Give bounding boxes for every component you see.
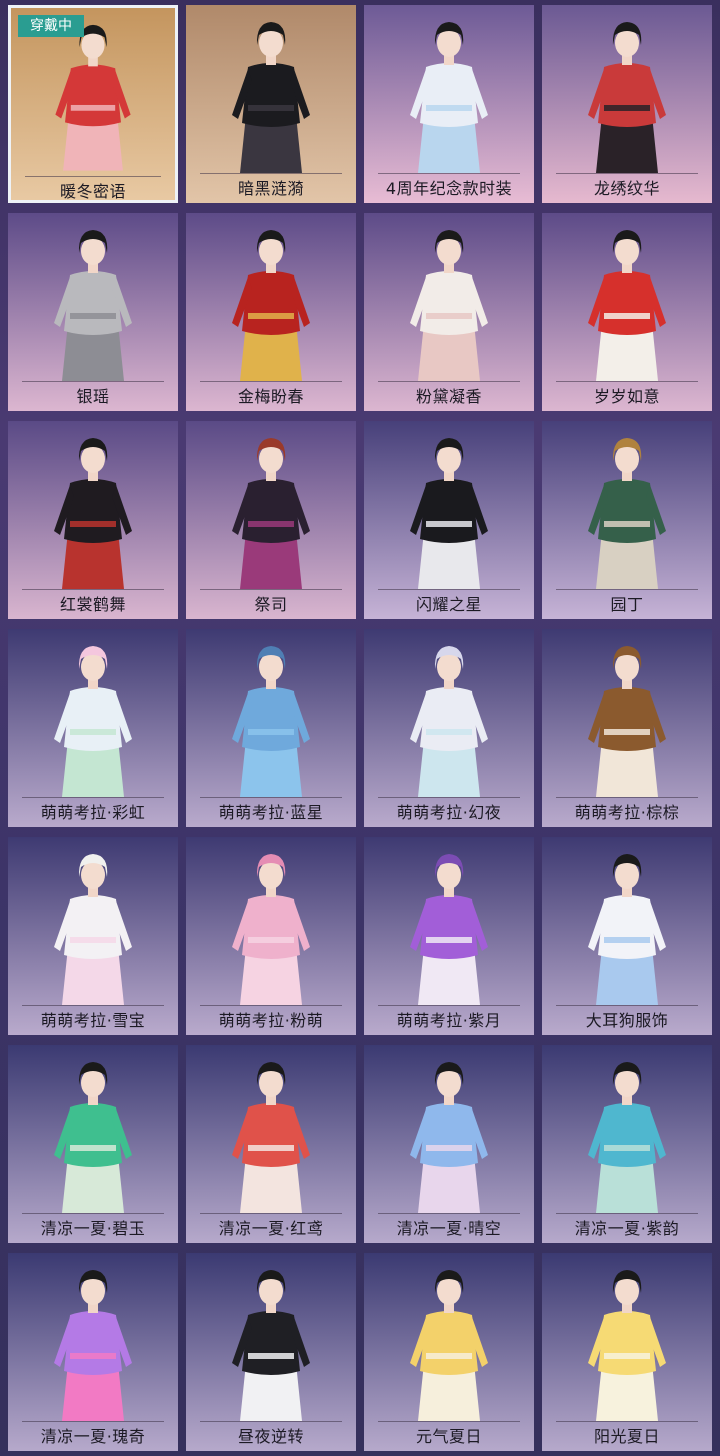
name-divider: [22, 381, 164, 382]
name-divider: [25, 176, 161, 177]
outfit-name: 金梅盼春: [237, 387, 304, 406]
name-divider: [556, 1421, 698, 1422]
outfit-card[interactable]: 清凉一夏·碧玉: [8, 1045, 178, 1243]
outfit-name: 粉黛凝香: [415, 387, 482, 406]
outfit-name: 清凉一夏·瑰奇: [40, 1427, 146, 1446]
outfit-card[interactable]: 暖冬密语 穿戴中: [8, 5, 178, 203]
name-divider: [556, 1213, 698, 1214]
outfit-card[interactable]: 萌萌考拉·幻夜: [364, 629, 534, 827]
outfit-name: 阳光夏日: [593, 1427, 660, 1446]
name-divider: [200, 589, 342, 590]
outfit-name: 昼夜逆转: [237, 1427, 304, 1446]
outfit-name: 园丁: [610, 595, 644, 614]
outfit-card[interactable]: 龙绣纹华: [542, 5, 712, 203]
outfit-name: 银瑶: [76, 387, 110, 406]
name-divider: [22, 1421, 164, 1422]
name-divider: [378, 797, 520, 798]
outfit-card[interactable]: 祭司: [186, 421, 356, 619]
name-divider: [378, 173, 520, 174]
name-divider: [200, 1213, 342, 1214]
outfit-card[interactable]: 清凉一夏·瑰奇: [8, 1253, 178, 1451]
outfit-card[interactable]: 清凉一夏·晴空: [364, 1045, 534, 1243]
outfit-card[interactable]: 园丁: [542, 421, 712, 619]
outfit-name: 清凉一夏·紫韵: [574, 1219, 680, 1238]
outfit-card[interactable]: 萌萌考拉·粉萌: [186, 837, 356, 1035]
name-divider: [200, 173, 342, 174]
outfit-grid: 暖冬密语 穿戴中暗黑涟漪 4周年纪念款时装 龙绣纹华银瑶 金梅盼春 粉黛凝香 岁岁如意红裳鹤…: [0, 0, 720, 1456]
name-divider: [378, 1421, 520, 1422]
name-divider: [200, 381, 342, 382]
outfit-card[interactable]: 岁岁如意: [542, 213, 712, 411]
name-divider: [378, 589, 520, 590]
outfit-card[interactable]: 清凉一夏·红鸢: [186, 1045, 356, 1243]
outfit-name: 萌萌考拉·彩虹: [40, 803, 146, 822]
name-divider: [200, 797, 342, 798]
outfit-card[interactable]: 萌萌考拉·紫月: [364, 837, 534, 1035]
outfit-name: 4周年纪念款时装: [385, 179, 513, 198]
outfit-name: 暖冬密语: [59, 182, 126, 201]
outfit-name: 龙绣纹华: [593, 179, 660, 198]
outfit-name: 萌萌考拉·蓝星: [218, 803, 324, 822]
outfit-card[interactable]: 银瑶: [8, 213, 178, 411]
name-divider: [378, 1005, 520, 1006]
name-divider: [200, 1005, 342, 1006]
outfit-name: 萌萌考拉·粉萌: [218, 1011, 324, 1030]
outfit-card[interactable]: 大耳狗服饰: [542, 837, 712, 1035]
outfit-name: 清凉一夏·晴空: [396, 1219, 502, 1238]
outfit-name: 萌萌考拉·紫月: [396, 1011, 502, 1030]
outfit-card[interactable]: 粉黛凝香: [364, 213, 534, 411]
name-divider: [22, 589, 164, 590]
outfit-card[interactable]: 清凉一夏·紫韵: [542, 1045, 712, 1243]
outfit-card[interactable]: 萌萌考拉·雪宝: [8, 837, 178, 1035]
outfit-name: 清凉一夏·红鸢: [218, 1219, 324, 1238]
outfit-card[interactable]: 元气夏日: [364, 1253, 534, 1451]
outfit-name: 红裳鹤舞: [59, 595, 126, 614]
outfit-name: 暗黑涟漪: [237, 179, 304, 198]
name-divider: [556, 1005, 698, 1006]
outfit-card[interactable]: 暗黑涟漪: [186, 5, 356, 203]
outfit-card[interactable]: 金梅盼春: [186, 213, 356, 411]
outfit-name: 祭司: [254, 595, 288, 614]
name-divider: [378, 1213, 520, 1214]
name-divider: [22, 1005, 164, 1006]
outfit-card[interactable]: 红裳鹤舞: [8, 421, 178, 619]
name-divider: [200, 1421, 342, 1422]
name-divider: [556, 589, 698, 590]
outfit-card[interactable]: 萌萌考拉·棕棕: [542, 629, 712, 827]
outfit-name: 大耳狗服饰: [585, 1011, 669, 1030]
name-divider: [378, 381, 520, 382]
equipped-badge: 穿戴中: [18, 15, 84, 37]
outfit-name: 萌萌考拉·棕棕: [574, 803, 680, 822]
outfit-name: 萌萌考拉·雪宝: [40, 1011, 146, 1030]
outfit-name: 清凉一夏·碧玉: [40, 1219, 146, 1238]
name-divider: [556, 381, 698, 382]
outfit-name: 元气夏日: [415, 1427, 482, 1446]
outfit-card[interactable]: 萌萌考拉·蓝星: [186, 629, 356, 827]
name-divider: [556, 173, 698, 174]
outfit-name: 萌萌考拉·幻夜: [396, 803, 502, 822]
outfit-card[interactable]: 昼夜逆转: [186, 1253, 356, 1451]
outfit-name: 岁岁如意: [593, 387, 660, 406]
outfit-name: 闪耀之星: [415, 595, 482, 614]
name-divider: [556, 797, 698, 798]
outfit-card[interactable]: 闪耀之星: [364, 421, 534, 619]
outfit-card[interactable]: 萌萌考拉·彩虹: [8, 629, 178, 827]
name-divider: [22, 797, 164, 798]
outfit-card[interactable]: 阳光夏日: [542, 1253, 712, 1451]
outfit-card[interactable]: 4周年纪念款时装: [364, 5, 534, 203]
name-divider: [22, 1213, 164, 1214]
